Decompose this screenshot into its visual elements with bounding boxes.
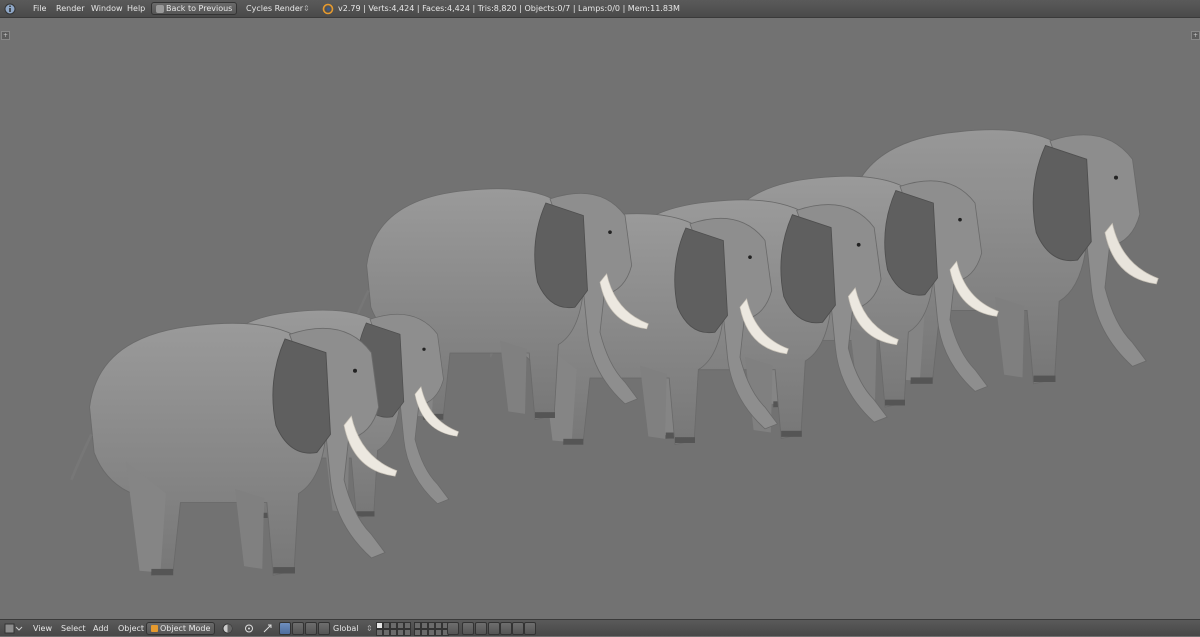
layer-8-button[interactable]: [428, 622, 435, 629]
render-engine-select[interactable]: Cycles Render: [246, 3, 303, 15]
back-to-previous-button[interactable]: Back to Previous: [151, 2, 238, 15]
proportional-editing-icon[interactable]: [462, 622, 474, 635]
editor-type-view3d-icon[interactable]: [4, 623, 24, 634]
mode-label: Object Mode: [160, 624, 211, 633]
layer-1-button[interactable]: [376, 622, 383, 629]
menu-help[interactable]: Help: [127, 3, 145, 15]
menu-object[interactable]: Object: [118, 623, 144, 634]
layer-2-button[interactable]: [383, 622, 390, 629]
opengl-render-animation-icon[interactable]: [524, 622, 536, 635]
menu-select[interactable]: Select: [61, 623, 86, 634]
area-split-corner-top-right[interactable]: +: [1191, 31, 1200, 40]
layer-buttons[interactable]: [376, 622, 449, 636]
object-mode-icon: [151, 625, 158, 632]
info-icon: [4, 3, 16, 15]
layer-18-button[interactable]: [428, 629, 435, 636]
snap-target-icon[interactable]: [500, 622, 512, 635]
layer-19-button[interactable]: [435, 629, 442, 636]
viewport-shading-icon[interactable]: [222, 623, 236, 634]
translate-manipulator-icon[interactable]: [279, 622, 291, 635]
layer-7-button[interactable]: [421, 622, 428, 629]
transform-orientation-select[interactable]: Global: [333, 623, 359, 634]
lock-layers-icon[interactable]: [447, 622, 459, 635]
layer-3-button[interactable]: [390, 622, 397, 629]
elephant-herd-render: [69, 128, 1160, 578]
layer-17-button[interactable]: [421, 629, 428, 636]
orientation-dropdown-arrows-icon: ⇕: [366, 624, 373, 633]
layer-13-button[interactable]: [390, 629, 397, 636]
area-split-corner-top-left[interactable]: +: [1, 31, 10, 40]
back-to-previous-label: Back to Previous: [166, 4, 233, 13]
rotate-manipulator-icon[interactable]: [292, 622, 304, 635]
menu-render[interactable]: Render: [56, 3, 84, 15]
pivot-point-icon[interactable]: [244, 623, 258, 634]
editor-type-info-icon[interactable]: [4, 3, 18, 15]
layer-12-button[interactable]: [383, 629, 390, 636]
screen-back-icon: [156, 4, 164, 13]
view3d-header: View Select Add Object Object Mode Globa…: [0, 619, 1200, 636]
layer-5-button[interactable]: [404, 622, 411, 629]
mode-selector[interactable]: Object Mode: [146, 622, 216, 635]
menu-add[interactable]: Add: [93, 623, 109, 634]
layer-14-button[interactable]: [397, 629, 404, 636]
manipulator-toggle-icon[interactable]: [262, 623, 276, 634]
menu-view[interactable]: View: [33, 623, 52, 634]
menu-file[interactable]: File: [33, 3, 46, 15]
layer-15-button[interactable]: [404, 629, 411, 636]
3d-viewport[interactable]: + +: [0, 18, 1200, 619]
layer-16-button[interactable]: [414, 629, 421, 636]
layer-11-button[interactable]: [376, 629, 383, 636]
opengl-render-image-icon[interactable]: [512, 622, 524, 635]
manipulator-space-icon[interactable]: [318, 622, 330, 635]
info-header: File Render Window Help Back to Previous…: [0, 0, 1200, 18]
menu-window[interactable]: Window: [91, 3, 123, 15]
layer-4-button[interactable]: [397, 622, 404, 629]
snap-element-icon[interactable]: [488, 622, 500, 635]
scene-statistics: v2.79 | Verts:4,424 | Faces:4,424 | Tris…: [338, 4, 680, 13]
engine-dropdown-arrows-icon: ⇕: [303, 4, 310, 13]
blender-logo-icon: [322, 3, 334, 15]
layer-6-button[interactable]: [414, 622, 421, 629]
scale-manipulator-icon[interactable]: [305, 622, 317, 635]
snap-toggle-icon[interactable]: [475, 622, 487, 635]
layer-9-button[interactable]: [435, 622, 442, 629]
